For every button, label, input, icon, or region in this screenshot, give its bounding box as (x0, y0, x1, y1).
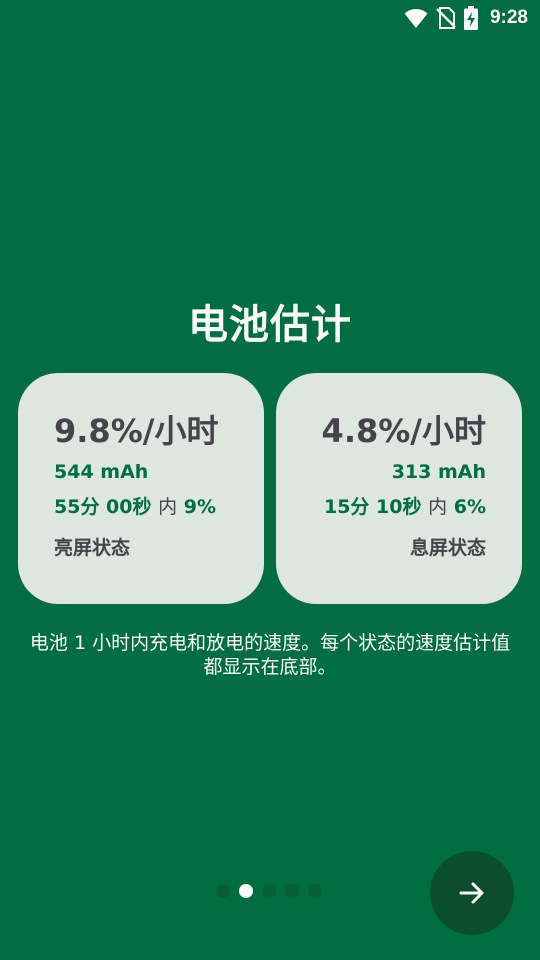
within-label: 内 (158, 496, 178, 518)
discharge-rate: 9.8%/小时 (54, 412, 219, 450)
description-text: 电池 1 小时内充电和放电的速度。每个状态的速度估计值都显示在底部。 (29, 632, 511, 678)
status-bar: 9:28 (0, 0, 540, 36)
within-label: 内 (428, 496, 448, 518)
screen-on-estimate-card: 9.8%/小时 544 mAh 55分 00秒 内 9% 亮屏状态 (18, 373, 264, 604)
duration-value: 15分 10秒 (323, 496, 422, 518)
screen-off-estimate-card: 4.8%/小时 313 mAh 15分 10秒 内 6% 息屏状态 (276, 373, 522, 604)
page-dot-2-active[interactable] (239, 884, 253, 898)
page-dot-3[interactable] (262, 884, 276, 898)
no-sim-icon (436, 7, 456, 29)
capacity-mah: 544 mAh (54, 461, 149, 483)
state-label: 息屏状态 (409, 537, 486, 559)
page-title: 电池估计 (188, 302, 352, 348)
percent-value: 9% (183, 496, 217, 518)
duration-row: 15分 10秒 内 6% (312, 494, 486, 520)
page-indicator (216, 884, 322, 898)
page-dot-1[interactable] (216, 884, 230, 898)
status-icons: 9:28 (404, 6, 528, 30)
battery-charging-icon (463, 6, 478, 30)
capacity-mah: 313 mAh (391, 461, 486, 483)
state-label: 亮屏状态 (54, 537, 131, 559)
arrow-right-icon (459, 882, 484, 904)
page-dot-5[interactable] (308, 884, 322, 898)
wifi-icon (404, 9, 428, 28)
duration-row: 55分 00秒 内 9% (54, 494, 228, 520)
status-time: 9:28 (489, 7, 528, 28)
discharge-rate: 4.8%/小时 (321, 412, 486, 450)
duration-value: 55分 00秒 (54, 496, 152, 518)
next-button[interactable] (430, 851, 514, 935)
percent-value: 6% (453, 496, 486, 518)
page-dot-4[interactable] (285, 884, 299, 898)
